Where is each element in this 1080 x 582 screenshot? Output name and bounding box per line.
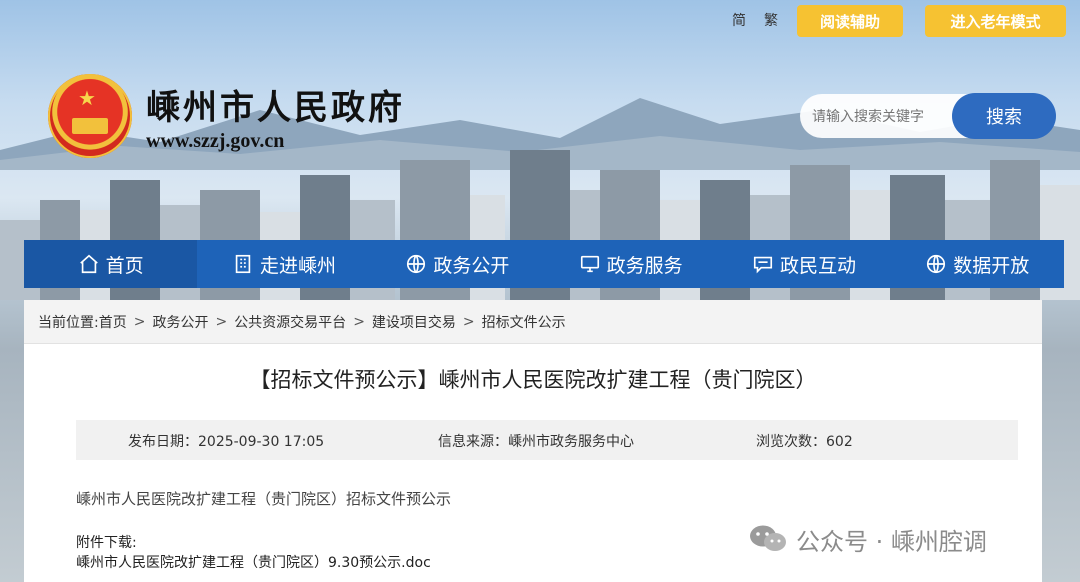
star-icon: ★ — [78, 86, 96, 110]
monitor-icon — [579, 253, 601, 275]
traditional-chinese-link[interactable]: 繁 — [764, 10, 778, 30]
wechat-icon — [748, 523, 788, 555]
site-url: www.szzj.gov.cn — [146, 130, 285, 152]
nav-label: 政务公开 — [433, 254, 510, 277]
watermark-text: 公众号 · 嵊州腔调 — [796, 527, 987, 556]
attachment-label: 附件下载: — [76, 535, 137, 551]
building-icon — [232, 253, 254, 275]
breadcrumb-item-trading-platform[interactable]: 公共资源交易平台 — [234, 312, 346, 332]
attachment-download-link[interactable]: 嵊州市人民医院改扩建工程（贵门院区）9.30预公示.doc — [76, 552, 431, 572]
nav-item-open-data[interactable]: 数据开放 — [891, 240, 1064, 288]
info-source: 信息来源：嵊州市政务服务中心 — [438, 434, 634, 450]
simplified-chinese-link[interactable]: 简 — [732, 10, 746, 30]
reading-aid-button[interactable]: 阅读辅助 — [797, 5, 903, 37]
wechat-watermark: 公众号 · 嵊州腔调 — [748, 520, 987, 558]
nav-item-gov-open[interactable]: 政务公开 — [371, 240, 544, 288]
nav-label: 政民互动 — [779, 254, 856, 277]
nav-item-home[interactable]: 首页 — [24, 240, 198, 288]
nav-label: 走进嵊州 — [259, 254, 336, 277]
breadcrumb-item-home[interactable]: 首页 — [99, 312, 127, 332]
nav-item-gov-service[interactable]: 政务服务 — [544, 240, 717, 288]
breadcrumb-separator: > — [215, 313, 228, 330]
site-name: 嵊州市人民政府 — [146, 88, 405, 128]
tiananmen-gate-icon — [72, 118, 108, 134]
breadcrumb: 当前位置: 首页 > 政务公开 > 公共资源交易平台 > 建设项目交易 > 招标… — [24, 300, 1042, 344]
national-emblem-logo: ★ — [48, 74, 132, 158]
article-body: 嵊州市人民医院改扩建工程（贵门院区）招标文件预公示 — [76, 490, 452, 508]
article-meta: 发布日期：2025-09-30 17:05 信息来源：嵊州市政务服务中心 浏览次… — [76, 420, 1018, 460]
home-icon — [78, 253, 100, 275]
nav-label: 政务服务 — [606, 254, 683, 277]
elder-mode-button[interactable]: 进入老年模式 — [925, 5, 1066, 37]
main-nav: 首页 走进嵊州 政务公开 政务服务 政民互动 数据开放 — [24, 240, 1064, 288]
globe-icon — [405, 253, 427, 275]
nav-label: 数据开放 — [953, 254, 1030, 277]
view-count: 浏览次数：602 — [756, 434, 853, 450]
breadcrumb-item-tender-notice[interactable]: 招标文件公示 — [482, 312, 566, 332]
search-input[interactable] — [812, 102, 948, 130]
search-button[interactable]: 搜索 — [952, 93, 1056, 139]
breadcrumb-separator: > — [353, 313, 365, 330]
breadcrumb-separator: > — [462, 313, 475, 330]
breadcrumb-separator: > — [133, 313, 146, 330]
globe-icon — [925, 253, 947, 275]
publish-date: 发布日期：2025-09-30 17:05 — [128, 434, 325, 450]
nav-label: 首页 — [105, 254, 144, 277]
nav-item-interaction[interactable]: 政民互动 — [717, 240, 890, 288]
article-title: 【招标文件预公示】嵊州市人民医院改扩建工程（贵门院区） — [249, 368, 817, 392]
breadcrumb-item-construction[interactable]: 建设项目交易 — [372, 312, 456, 332]
breadcrumb-item-gov-open[interactable]: 政务公开 — [152, 312, 208, 332]
breadcrumb-prefix: 当前位置: — [38, 314, 99, 331]
chat-icon — [752, 253, 774, 275]
nav-item-about[interactable]: 走进嵊州 — [197, 240, 370, 288]
